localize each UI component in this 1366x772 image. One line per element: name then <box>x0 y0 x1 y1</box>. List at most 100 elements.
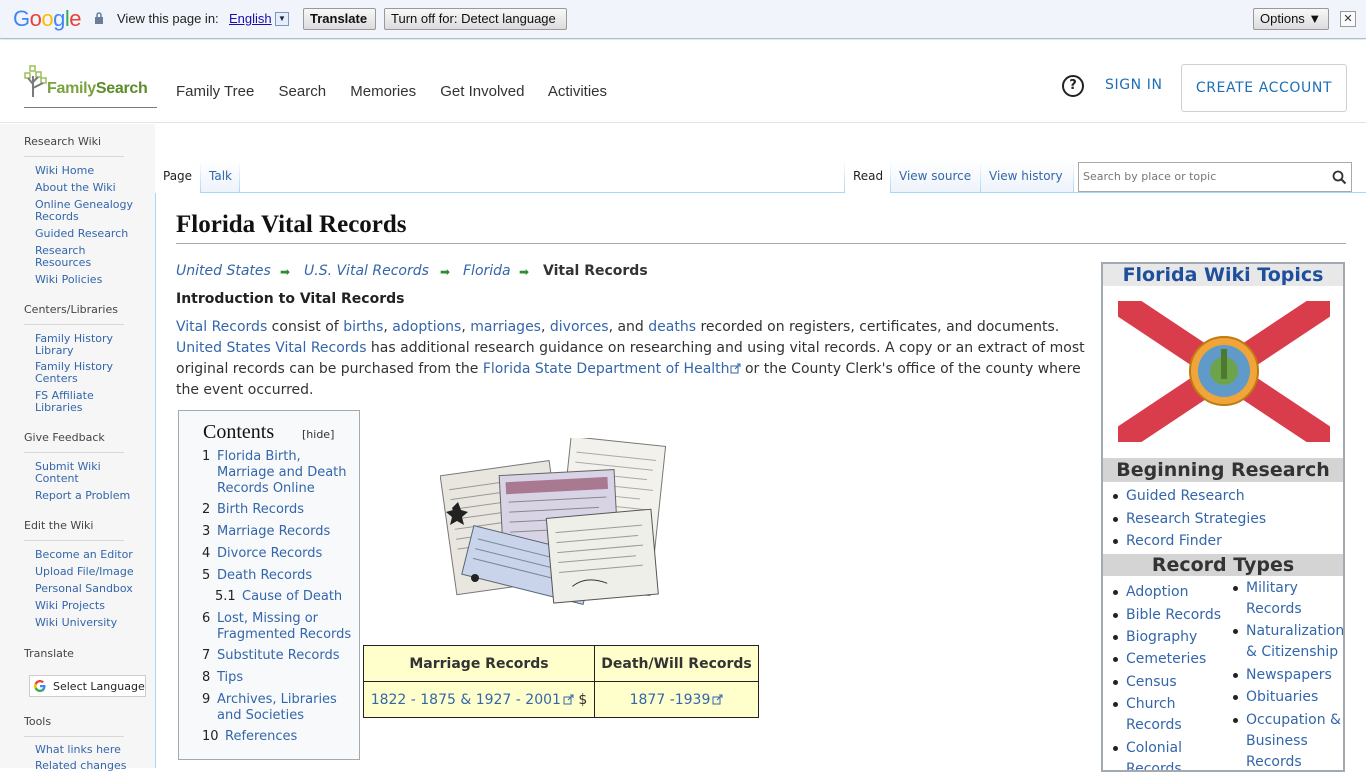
page-title: Florida Vital Records <box>176 211 407 238</box>
help-icon[interactable]: ? <box>1062 75 1084 97</box>
arrow-right-icon: ➡ <box>440 265 451 279</box>
sidebar-item-university[interactable]: Wiki University <box>35 617 145 629</box>
sidebar-item-about[interactable]: About the Wiki <box>35 182 145 194</box>
sidebar-item-fhc[interactable]: Family History Centers <box>35 361 115 385</box>
link-colonial-records[interactable]: Colonial Records <box>1113 738 1198 770</box>
sidebar-item-sandbox[interactable]: Personal Sandbox <box>35 583 145 595</box>
translate-button[interactable]: Translate <box>303 8 376 30</box>
close-icon[interactable]: ✕ <box>1340 11 1356 27</box>
link-births[interactable]: births <box>343 319 383 335</box>
link-newspapers[interactable]: Newspapers <box>1233 665 1332 686</box>
table-of-contents: Contents [hide] 1 Florida Birth, Marriage… <box>178 410 360 760</box>
link-us-vital-records[interactable]: United States Vital Records <box>176 340 366 356</box>
sidebar-item-guided-research[interactable]: Guided Research <box>35 228 145 240</box>
sidebar-item-fs-affiliate[interactable]: FS Affiliate Libraries <box>35 390 115 414</box>
familysearch-logo[interactable]: FamilySearch <box>24 64 157 108</box>
link-census[interactable]: Census <box>1113 672 1177 693</box>
toc-number: 7 <box>202 648 211 663</box>
sidebar-item-wiki-home[interactable]: Wiki Home <box>35 165 145 177</box>
sidebar-heading-centers: Centers/Libraries <box>24 303 118 316</box>
sidebar-item-become-editor[interactable]: Become an Editor <box>35 549 145 561</box>
sidebar-item-wiki-policies[interactable]: Wiki Policies <box>35 274 145 286</box>
tab-view-source[interactable]: View source <box>891 160 980 193</box>
sidebar-item-research-resources[interactable]: Research Resources <box>35 245 115 269</box>
chevron-down-icon[interactable]: ▼ <box>275 12 289 26</box>
toc-text: Death Records <box>217 568 313 583</box>
text: recorded on registers, certificates, and… <box>696 319 1060 335</box>
nav-family-tree[interactable]: Family Tree <box>176 83 254 100</box>
language-select[interactable]: English <box>229 11 272 26</box>
google-g-icon <box>34 680 46 692</box>
nav-get-involved[interactable]: Get Involved <box>440 83 524 100</box>
sidebar-item-fhl[interactable]: Family History Library <box>35 333 115 357</box>
sidebar-item-report-problem[interactable]: Report a Problem <box>35 490 145 502</box>
link-marriages[interactable]: marriages <box>470 319 541 335</box>
options-button[interactable]: Options ▼ <box>1253 8 1329 30</box>
text: , <box>461 319 471 335</box>
link-adoptions[interactable]: adoptions <box>392 319 461 335</box>
search-input[interactable]: Search by place or topic <box>1078 162 1352 192</box>
box-title[interactable]: Florida Wiki Topics <box>1103 264 1343 286</box>
link-florida-health[interactable]: Florida State Department of Health <box>483 361 730 377</box>
link-divorces[interactable]: divorces <box>550 319 609 335</box>
link-biography[interactable]: Biography <box>1112 627 1197 648</box>
turn-off-button[interactable]: Turn off for: Detect language <box>384 8 567 30</box>
link-marriage-records[interactable]: 1822 - 1875 & 1927 - 2001 <box>371 692 561 708</box>
sidebar-item-what-links[interactable]: What links here <box>35 744 145 756</box>
breadcrumb-current: Vital Records <box>543 263 648 279</box>
link-record-finder[interactable]: Record Finder <box>1113 531 1222 552</box>
toc-hide-toggle[interactable]: [hide] <box>302 428 334 441</box>
toc-item[interactable]: 9 Archives, Libraries and Societies <box>202 692 357 724</box>
site-header: FamilySearch Family Tree Search Memories… <box>0 40 1366 123</box>
tab-separator <box>1073 160 1074 193</box>
toc-text: Florida Birth, Marriage and Death Record… <box>217 449 347 496</box>
link-bible-records[interactable]: Bible Records <box>1113 605 1221 626</box>
divider <box>24 156 124 157</box>
florida-wiki-topics-box: Florida Wiki Topics Beginning Research G… <box>1101 262 1345 772</box>
search-placeholder: Search by place or topic <box>1083 170 1217 183</box>
sidebar-item-submit-content[interactable]: Submit Wiki Content <box>35 461 115 485</box>
sidebar-item-projects[interactable]: Wiki Projects <box>35 600 145 612</box>
main-nav: Family Tree Search Memories Get Involved… <box>176 83 627 100</box>
link-naturalization[interactable]: Naturalization & Citizenship <box>1233 621 1343 663</box>
link-military-records[interactable]: Military Records <box>1233 578 1318 620</box>
nav-memories[interactable]: Memories <box>350 83 416 100</box>
tab-talk[interactable]: Talk <box>201 160 239 193</box>
tab-page[interactable]: Page <box>155 160 200 193</box>
link-research-strategies[interactable]: Research Strategies <box>1112 509 1266 530</box>
sidebar-item-online-records[interactable]: Online Genealogy Records <box>35 199 135 223</box>
tab-read[interactable]: Read <box>845 160 890 193</box>
select-language-label: Select Language <box>53 680 145 693</box>
link-obituaries[interactable]: Obituaries <box>1232 687 1318 708</box>
tab-view-history[interactable]: View history <box>981 160 1073 193</box>
toc-title: Contents <box>203 421 275 443</box>
search-icon[interactable] <box>1332 170 1347 185</box>
breadcrumb-united-states[interactable]: United States <box>176 263 271 279</box>
link-occupation-records[interactable]: Occupation & Business Records <box>1233 710 1343 770</box>
link-church-records[interactable]: Church Records <box>1113 694 1198 736</box>
link-adoption[interactable]: Adoption <box>1113 582 1189 603</box>
link-vital-records[interactable]: Vital Records <box>176 319 267 335</box>
toc-number: 4 <box>202 546 211 561</box>
translate-bar: Google View this page in: English ▼ Tran… <box>0 0 1366 39</box>
sidebar-item-upload[interactable]: Upload File/Image <box>35 566 145 578</box>
sidebar-item-related-changes[interactable]: Related changes <box>35 760 145 772</box>
link-cemeteries[interactable]: Cemeteries <box>1112 649 1206 670</box>
toc-item[interactable]: 6 Lost, Missing or Fragmented Records <box>202 611 357 643</box>
select-language-dropdown[interactable]: Select Language <box>29 675 146 697</box>
link-deaths[interactable]: deaths <box>648 319 696 335</box>
link-death-records[interactable]: 1877 -1939 <box>630 692 711 708</box>
link-guided-research[interactable]: Guided Research <box>1113 486 1245 507</box>
nav-activities[interactable]: Activities <box>548 83 607 100</box>
nav-search[interactable]: Search <box>279 83 327 100</box>
arrow-right-icon: ➡ <box>280 265 291 279</box>
title-divider <box>176 243 1346 244</box>
tab-separator <box>239 160 240 193</box>
toc-item[interactable]: 1 Florida Birth, Marriage and Death Recor… <box>202 449 357 497</box>
breadcrumb-florida[interactable]: Florida <box>463 263 511 279</box>
breadcrumb-us-vital-records[interactable]: U.S. Vital Records <box>304 263 429 279</box>
toc-number: 1 <box>202 449 211 464</box>
create-account-button[interactable]: CREATE ACCOUNT <box>1181 64 1347 112</box>
sign-in-link[interactable]: SIGN IN <box>1105 77 1163 93</box>
toc-text: Birth Records <box>217 502 305 517</box>
